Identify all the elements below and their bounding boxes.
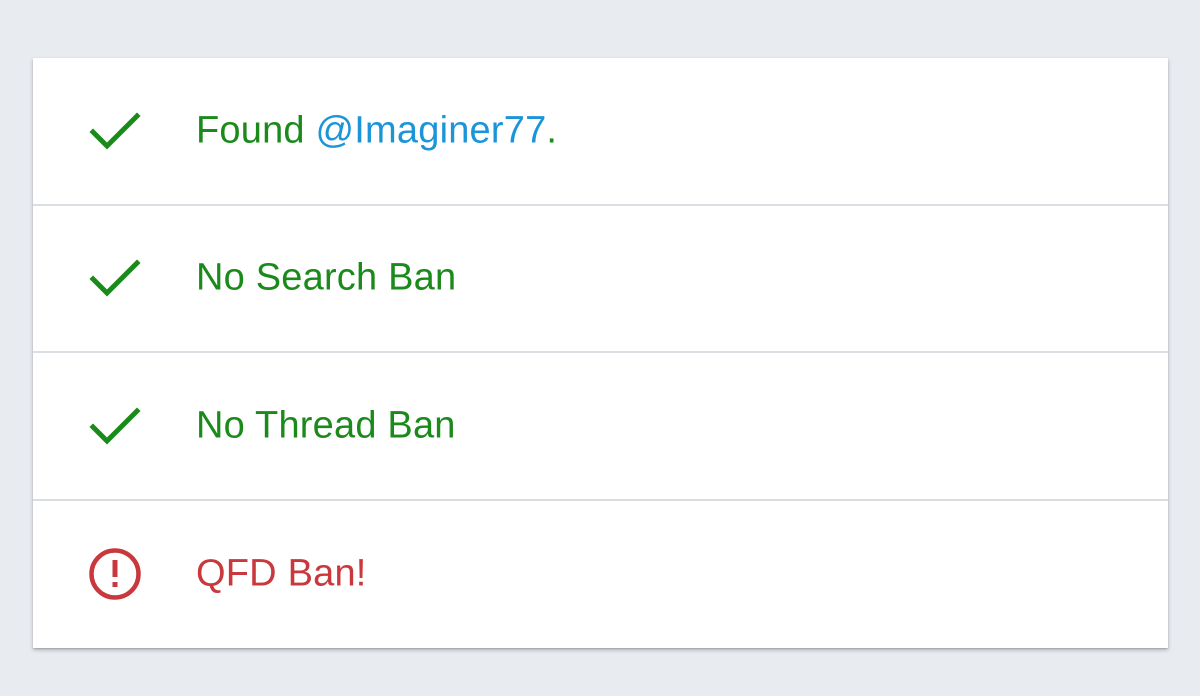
found-prefix: Found	[196, 109, 316, 152]
result-row-qfd-ban: QFD Ban!	[33, 501, 1168, 649]
check-icon	[87, 398, 143, 454]
alert-circle-icon	[87, 546, 143, 602]
result-text-found: Found @Imaginer77.	[196, 109, 557, 152]
check-icon	[87, 250, 143, 306]
result-text-qfd-ban: QFD Ban!	[196, 552, 367, 595]
result-row-search-ban: No Search Ban	[33, 206, 1168, 353]
result-row-found: Found @Imaginer77.	[33, 58, 1168, 206]
result-text-search-ban: No Search Ban	[196, 256, 457, 299]
found-suffix: .	[546, 109, 558, 152]
user-handle-link[interactable]: @Imaginer77	[316, 109, 547, 151]
result-text-thread-ban: No Thread Ban	[196, 404, 456, 447]
result-row-thread-ban: No Thread Ban	[33, 353, 1168, 501]
check-icon	[87, 103, 143, 159]
results-card: Found @Imaginer77. No Search Ban No Thre…	[33, 58, 1168, 648]
